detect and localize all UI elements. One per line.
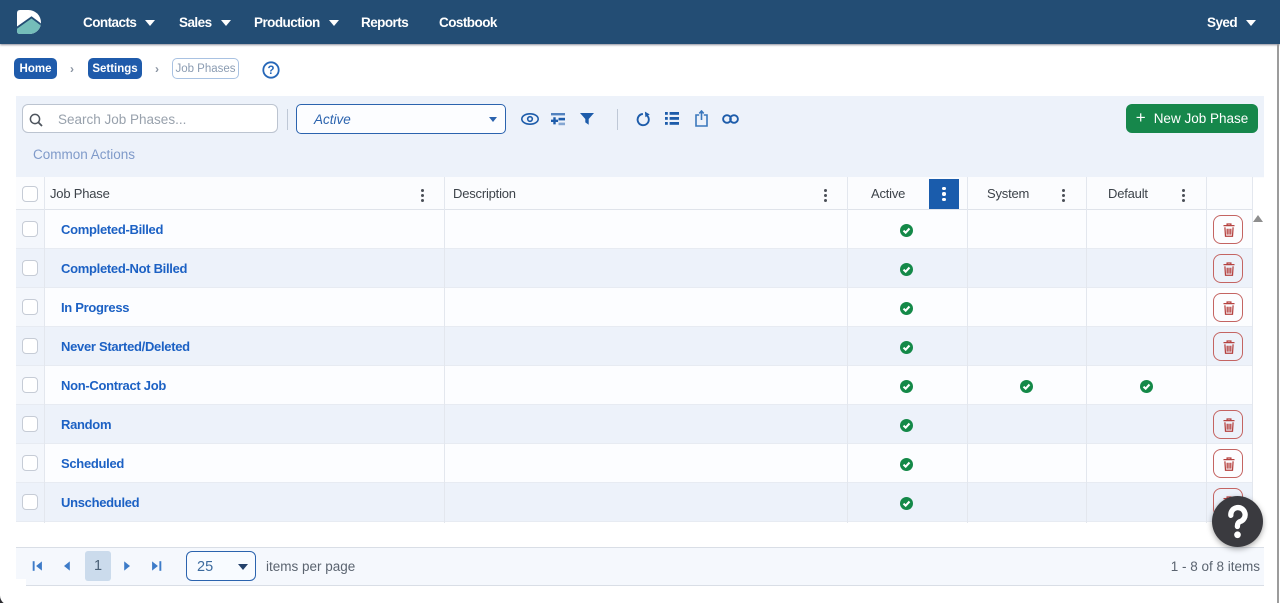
svg-text:?: ?: [267, 65, 274, 77]
